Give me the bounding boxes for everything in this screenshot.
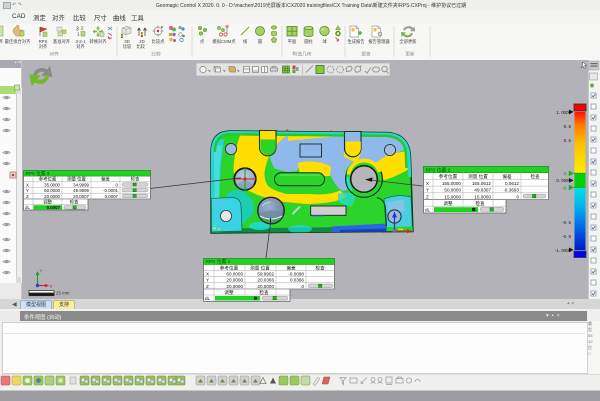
svg-text:圆: 圆 [258,39,262,45]
svg-text:参考位置: 参考位置 [439,173,458,180]
svg-text:比较点: 比较点 [152,38,166,45]
svg-text:对齐: 对齐 [49,51,59,58]
svg-text:调整: 调整 [443,200,453,207]
svg-text:25 mm: 25 mm [56,291,70,296]
svg-text:155.0000: 155.0000 [442,181,462,186]
svg-text:0.0007: 0.0007 [105,194,119,199]
svg-text:报告: 报告 [361,51,371,58]
svg-text:偏差: 偏差 [101,176,110,183]
svg-text:线: 线 [243,38,248,44]
svg-text:35.0000: 35.0000 [44,182,60,187]
svg-text:Y: Y [206,278,209,283]
svg-text:参考位置: 参考位置 [220,265,239,272]
svg-text:比较 ˙: 比较 ˙ [136,43,147,50]
svg-text:-0. 8: -0. 8 [562,234,571,239]
svg-text:报告管理器: 报告管理器 [368,38,390,45]
svg-text:-0.0098: -0.0098 [288,272,304,277]
svg-text:50.0000: 50.0000 [444,188,461,193]
svg-text:更新: 更新 [405,51,415,58]
svg-text:调整: 调整 [224,289,234,296]
svg-text:比较: 比较 [123,43,132,50]
svg-text:15.0000: 15.0000 [444,194,461,199]
svg-text:34.9999: 34.9999 [73,182,89,187]
svg-text:x: x [50,284,53,289]
svg-text:Z: Z [26,194,29,199]
svg-text:检查: 检查 [530,173,540,180]
svg-text:检查: 检查 [70,199,79,206]
svg-text:20.0000: 20.0000 [257,284,274,289]
svg-text:Z: Z [206,284,209,289]
svg-text:155.0612: 155.0612 [472,181,492,186]
svg-text:齐: 齐 [0,38,4,45]
svg-text:偏差: 偏差 [502,173,512,180]
svg-text:15.0000: 15.0000 [474,194,491,199]
svg-text:0. 6: 0. 6 [564,138,572,143]
svg-text:0.0612: 0.0612 [505,181,519,186]
svg-text:dL: dL [205,296,211,301]
svg-text:构造几何: 构造几何 [292,51,311,58]
svg-text:转换对齐: 转换对齐 [89,38,107,45]
svg-text:点: 点 [200,39,205,45]
svg-text:50.0000: 50.0000 [44,188,60,193]
svg-text:20.0000: 20.0000 [44,194,60,199]
svg-text:59.9902: 59.9902 [257,272,274,277]
svg-text:球: 球 [322,38,327,44]
svg-text:X: X [206,272,209,277]
svg-text:20.0007: 20.0007 [73,194,89,199]
svg-text:检查: 检查 [259,289,269,296]
svg-text:测量 位置: 测量 位置 [250,265,270,272]
svg-text:60.0000: 60.0000 [226,272,243,277]
svg-text:-0.3693: -0.3693 [503,188,519,193]
svg-text:-0.0001: -0.0001 [103,188,118,193]
svg-text:20.0366: 20.0366 [257,278,274,283]
svg-text:49.6307: 49.6307 [474,188,491,193]
svg-text:2: 2 [81,26,84,31]
svg-text:Y: Y [426,188,429,193]
svg-text:1: 1 [77,32,80,37]
svg-text:X: X [26,182,29,187]
svg-text:dL: dL [25,205,30,210]
svg-text:X: X [426,181,429,186]
svg-text:生成报告: 生成报告 [347,38,365,45]
svg-text:0. 8: 0. 8 [564,124,572,129]
svg-text:全部更新: 全部更新 [399,38,417,45]
svg-text:49.9999: 49.9999 [73,188,89,193]
svg-text:检查: 检查 [475,200,485,207]
svg-text:20.0000: 20.0000 [226,278,243,283]
svg-text:检查: 检查 [131,176,140,183]
svg-text:-0. 6: -0. 6 [562,220,571,225]
svg-text:dL: dL [425,208,431,213]
svg-text:偏差: 偏差 [286,265,296,272]
svg-text:圆柱: 圆柱 [304,38,313,45]
svg-text:Y: Y [40,269,43,274]
svg-text:比较: 比较 [151,51,161,58]
svg-text:0.0007: 0.0007 [47,205,61,210]
svg-text:对齐: 对齐 [39,43,48,50]
svg-text:测量 位置: 测量 位置 [468,173,488,180]
svg-text:基准对齐: 基准对齐 [53,38,71,45]
svg-text:平面: 平面 [288,39,297,45]
svg-text:Y: Y [26,188,29,193]
svg-text:模拟CMM点: 模拟CMM点 [212,38,236,45]
svg-text:RPS 位置 1: RPS 位置 1 [206,258,231,265]
svg-text:对齐: 对齐 [76,43,85,50]
svg-text:0: 0 [301,284,304,289]
svg-text:0: 0 [516,194,519,199]
svg-text:0.0366: 0.0366 [290,278,304,283]
svg-text:检查: 检查 [315,265,325,272]
svg-text:20.0000: 20.0000 [226,284,243,289]
svg-text:最佳拟合对齐: 最佳拟合对齐 [5,38,31,45]
svg-text:Z: Z [426,194,429,199]
svg-text:RPS 位置 2: RPS 位置 2 [426,166,451,173]
